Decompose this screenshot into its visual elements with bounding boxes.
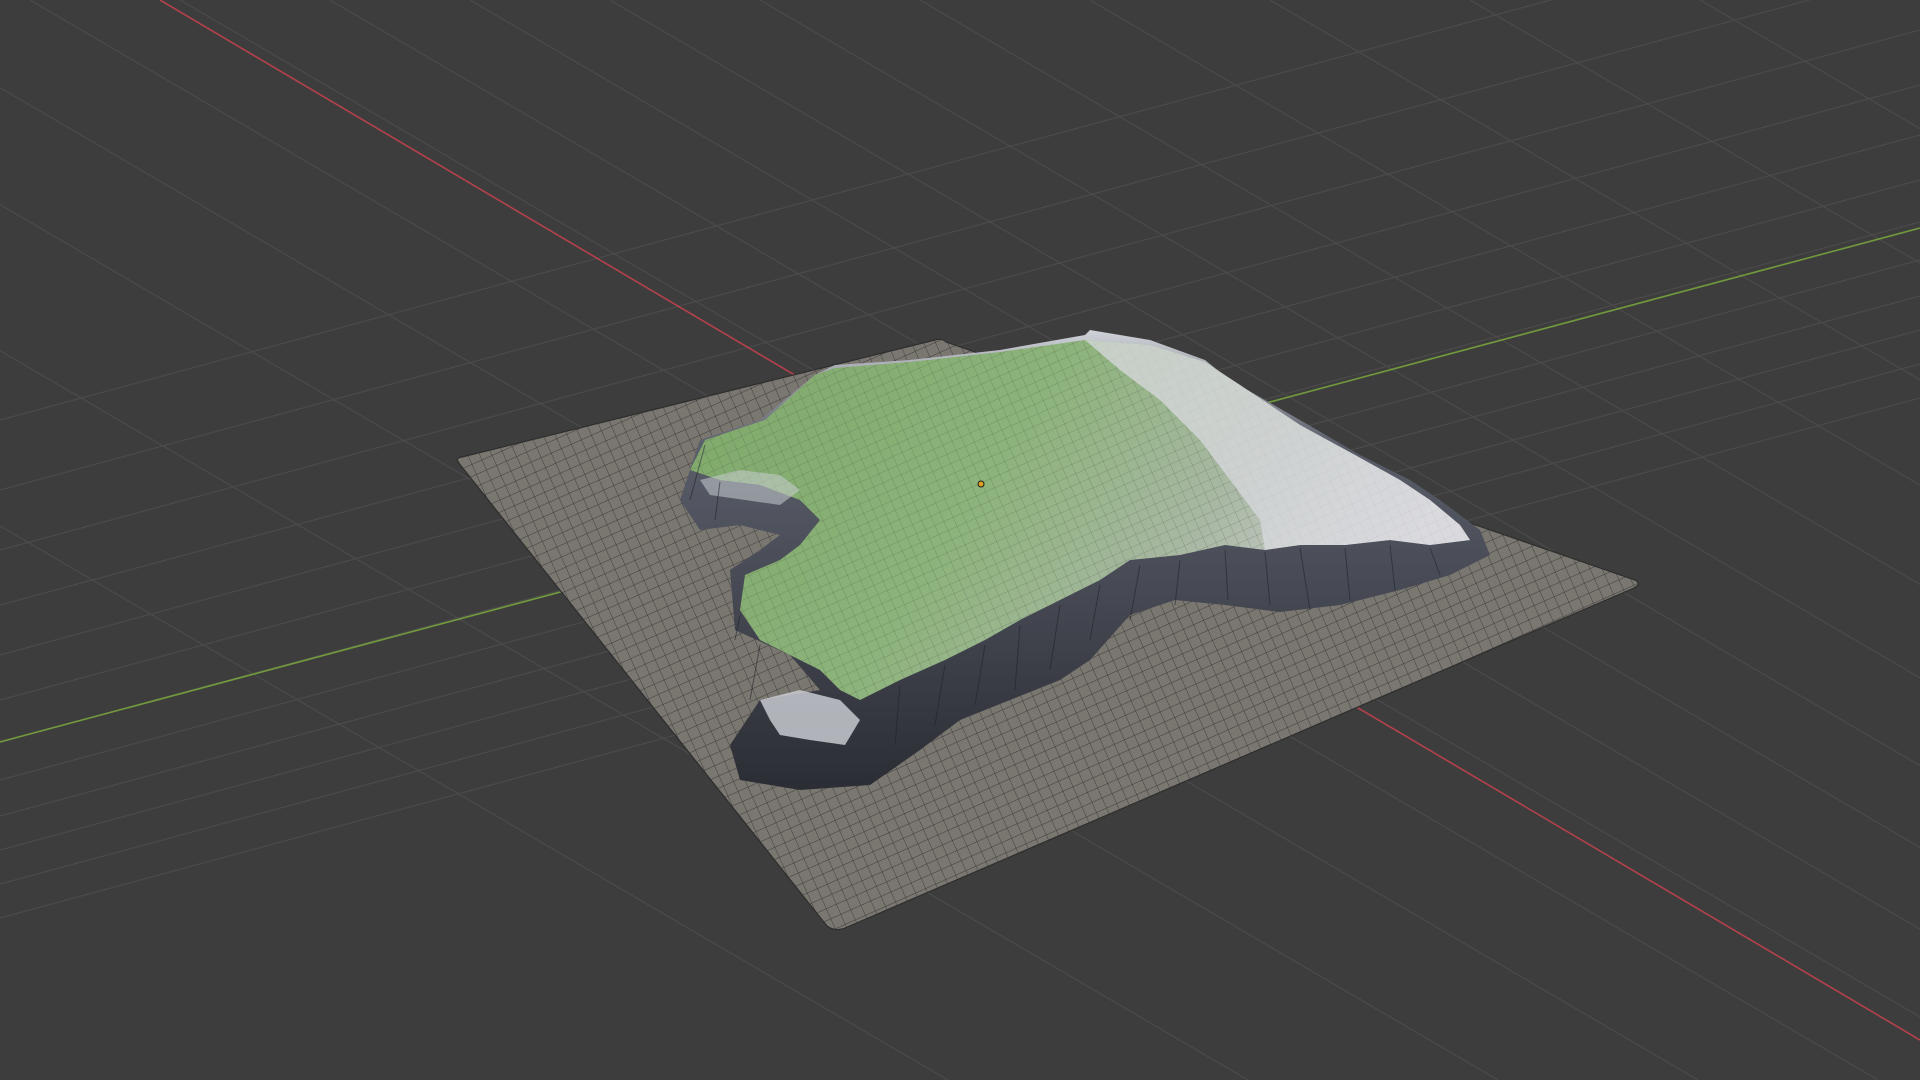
origin-marker[interactable]: [977, 480, 985, 488]
viewport-canvas[interactable]: [0, 0, 1920, 1080]
grid-line: [1699, 0, 1920, 130]
3d-viewport[interactable]: [0, 0, 1920, 1080]
grid-line: [1469, 0, 1920, 264]
